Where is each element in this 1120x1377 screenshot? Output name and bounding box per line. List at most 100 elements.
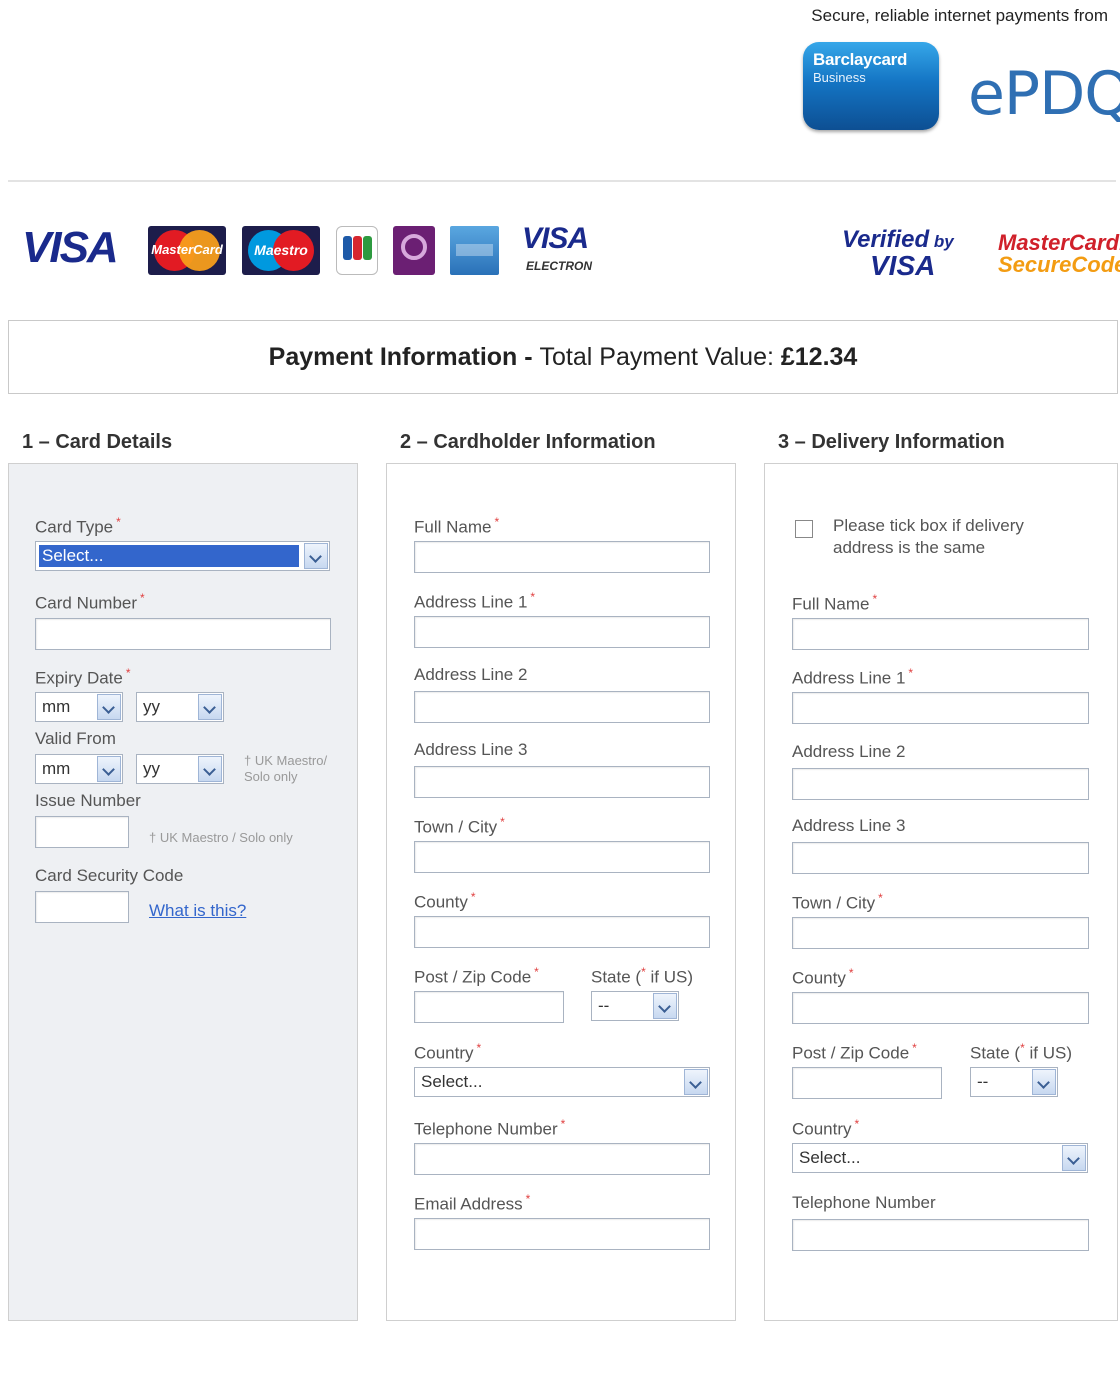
epdq-logo: ePDQ: [968, 59, 1120, 129]
ch-postcode-label: Post / Zip Code *: [414, 965, 539, 987]
ch-telephone-label: Telephone Number *: [414, 1117, 566, 1139]
maestro-logo-text: Maestro: [254, 242, 308, 258]
chevron-down-icon: [1032, 1069, 1056, 1095]
ch-email-input[interactable]: [414, 1218, 710, 1250]
chevron-down-icon: [198, 694, 222, 720]
chevron-down-icon: [97, 756, 121, 782]
dl-state-select[interactable]: --: [970, 1067, 1058, 1097]
dl-county-label: County *: [792, 966, 854, 988]
ch-full-name-label: Full Name *: [414, 515, 500, 537]
dl-postcode-label: Post / Zip Code *: [792, 1041, 917, 1063]
mastercard-securecode-logo: MasterCard. SecureCode.: [998, 232, 1120, 276]
card-number-label: Card Number *: [35, 591, 145, 613]
dl-address1-input[interactable]: [792, 692, 1089, 724]
valid-month-value: mm: [42, 759, 71, 778]
dl-address2-input[interactable]: [792, 768, 1089, 800]
card-details-heading: 1 – Card Details: [22, 431, 173, 453]
ch-county-input[interactable]: [414, 916, 710, 948]
card-type-value: Select...: [38, 544, 300, 568]
vbv-visa-text: VISA: [870, 250, 936, 281]
chevron-down-icon: [304, 543, 328, 569]
ch-country-label: Country *: [414, 1041, 482, 1063]
ch-state-value: --: [598, 996, 610, 1015]
dl-state-label: State (* if US): [970, 1041, 1072, 1063]
ch-state-label: State (* if US): [591, 965, 693, 987]
chevron-down-icon: [198, 756, 222, 782]
visa-electron-visa: VISA: [522, 222, 589, 255]
ch-town-input[interactable]: [414, 841, 710, 873]
issue-number-label: Issue Number: [35, 791, 141, 810]
cardholder-heading: 2 – Cardholder Information: [400, 431, 656, 453]
tagline: Secure, reliable internet payments from: [811, 6, 1108, 25]
jcb-logo: [336, 226, 378, 275]
barclaycard-logo-text: Barclaycard: [813, 50, 908, 69]
header-divider: [8, 180, 1116, 182]
verified-by-visa-logo: Verified by VISA: [842, 228, 954, 280]
dl-state-value: --: [977, 1072, 989, 1091]
visa-logo: VISA: [22, 223, 119, 272]
valid-from-note: † UK Maestro/ Solo only: [244, 753, 328, 784]
card-number-input[interactable]: [35, 618, 331, 650]
dl-address2-label: Address Line 2: [792, 742, 906, 761]
ch-address3-label: Address Line 3: [414, 740, 528, 759]
card-type-label: Card Type *: [35, 515, 121, 537]
visa-electron-logo: VISA ELECTRON: [522, 222, 592, 273]
dl-telephone-label: Telephone Number: [792, 1193, 936, 1212]
expiry-year-select[interactable]: yy: [136, 692, 224, 722]
dl-telephone-input[interactable]: [792, 1219, 1089, 1251]
dl-town-input[interactable]: [792, 917, 1089, 949]
amex-logo: [450, 226, 499, 275]
total-label: Total Payment Value:: [539, 343, 781, 371]
ch-email-label: Email Address *: [414, 1192, 531, 1214]
ch-address2-label: Address Line 2: [414, 665, 528, 684]
dl-postcode-input[interactable]: [792, 1067, 942, 1099]
valid-year-value: yy: [143, 759, 160, 778]
total-value: £12.34: [780, 343, 858, 371]
solo-logo: [393, 226, 435, 275]
ch-address1-input[interactable]: [414, 616, 710, 648]
payment-info-separator: -: [517, 343, 540, 371]
dl-address1-label: Address Line 1 *: [792, 666, 914, 688]
same-address-checkbox[interactable]: [795, 520, 813, 538]
dl-country-value: Select...: [799, 1148, 861, 1167]
valid-year-select[interactable]: yy: [136, 754, 224, 784]
delivery-heading: 3 – Delivery Information: [778, 431, 1005, 453]
dl-full-name-label: Full Name *: [792, 592, 878, 614]
card-type-select[interactable]: Select...: [35, 541, 330, 571]
ch-town-label: Town / City *: [414, 815, 505, 837]
securecode-text: SecureCode.: [998, 252, 1120, 277]
payment-info-label: Payment Information: [268, 343, 518, 371]
ch-address3-input[interactable]: [414, 766, 710, 798]
issue-number-input[interactable]: [35, 816, 129, 848]
dl-county-input[interactable]: [792, 992, 1089, 1024]
payment-information-bar: Payment Information - Total Payment Valu…: [8, 320, 1118, 394]
ch-address1-label: Address Line 1 *: [414, 590, 536, 612]
ch-state-select[interactable]: --: [591, 991, 679, 1021]
chevron-down-icon: [653, 993, 677, 1019]
visa-electron-text: ELECTRON: [526, 259, 592, 273]
ch-postcode-input[interactable]: [414, 991, 564, 1023]
chevron-down-icon: [97, 694, 121, 720]
ch-full-name-input[interactable]: [414, 541, 710, 573]
barclaycard-business-logo: Barclaycard Business: [803, 42, 939, 130]
mastercard-logo: MasterCard: [148, 226, 226, 275]
dl-address3-input[interactable]: [792, 842, 1089, 874]
ch-telephone-input[interactable]: [414, 1143, 710, 1175]
ch-country-select[interactable]: Select...: [414, 1067, 710, 1097]
expiry-month-select[interactable]: mm: [35, 692, 123, 722]
chevron-down-icon: [1062, 1145, 1086, 1171]
dl-town-label: Town / City *: [792, 891, 883, 913]
issue-number-note: † UK Maestro / Solo only: [149, 830, 293, 845]
valid-month-select[interactable]: mm: [35, 754, 123, 784]
ch-address2-input[interactable]: [414, 691, 710, 723]
same-address-label: Please tick box if delivery address is t…: [833, 516, 1024, 557]
what-is-this-link[interactable]: What is this?: [149, 901, 246, 921]
maestro-logo: Maestro: [242, 226, 320, 275]
dl-address3-label: Address Line 3: [792, 816, 906, 835]
dl-country-select[interactable]: Select...: [792, 1143, 1088, 1173]
csc-input[interactable]: [35, 891, 129, 923]
expiry-year-value: yy: [143, 697, 160, 716]
dl-full-name-input[interactable]: [792, 618, 1089, 650]
business-logo-text: Business: [813, 70, 866, 85]
valid-from-label: Valid From: [35, 729, 116, 748]
